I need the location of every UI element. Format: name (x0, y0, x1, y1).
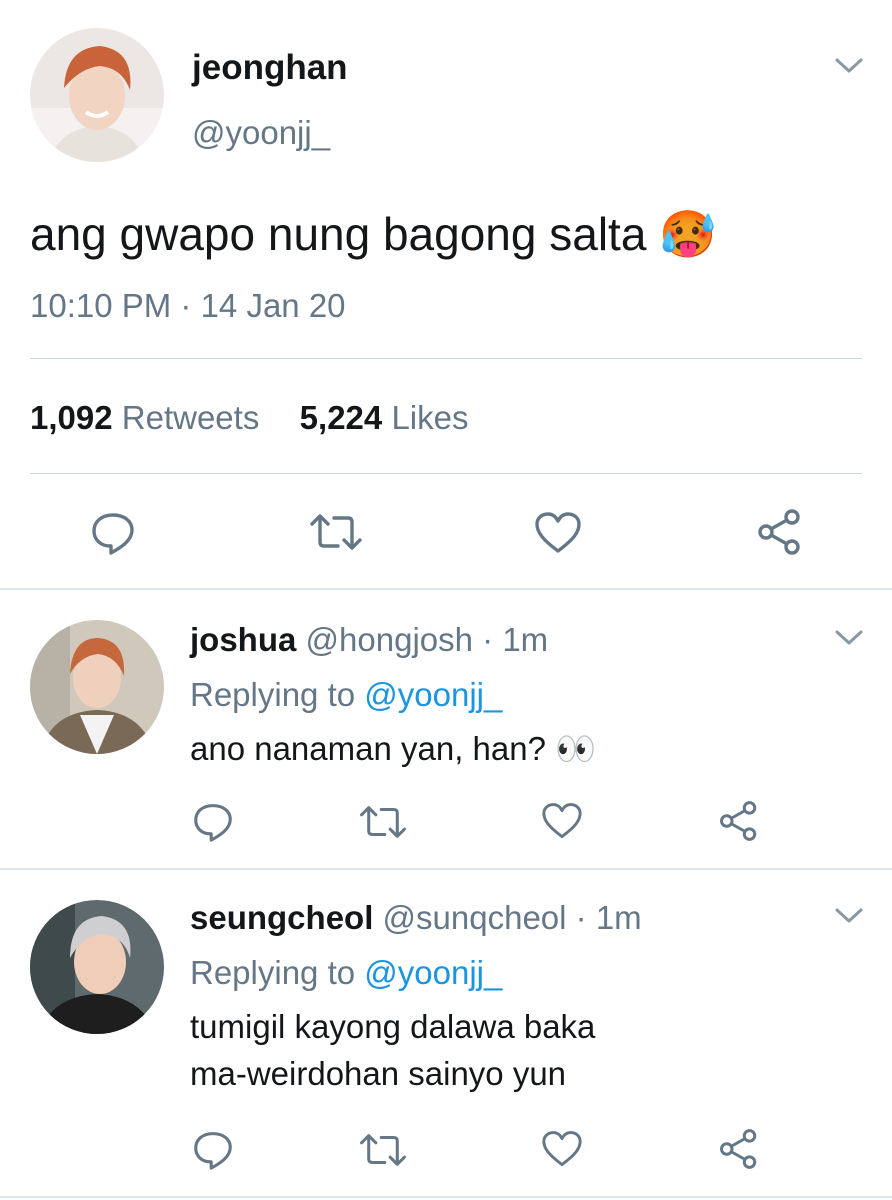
handle[interactable]: @hongjosh (306, 621, 473, 658)
chevron-down-icon[interactable] (834, 56, 864, 76)
timestamp[interactable]: 10:10 PM · 14 Jan 20 (30, 286, 346, 326)
divider (30, 473, 862, 474)
eyes-emoji: 👀 (555, 730, 597, 767)
reply-text-line-2: ma-weirdohan sainyo yun (190, 1055, 567, 1092)
replying-to-label: Replying to (190, 676, 356, 713)
reply-text-line-1: tumigil kayong dalawa baka (190, 1008, 596, 1045)
reply-icon[interactable] (192, 802, 234, 842)
avatar-joshua[interactable] (30, 620, 164, 754)
share-icon[interactable] (718, 1128, 760, 1170)
retweet-icon[interactable] (308, 512, 364, 552)
retweet-label[interactable]: Retweets (122, 399, 260, 436)
retweet-icon[interactable] (358, 1132, 408, 1168)
reply-text-content: ano nanaman yan, han? (190, 730, 546, 767)
reply-icon[interactable] (90, 511, 136, 555)
display-name[interactable]: jeonghan (192, 48, 348, 88)
retweet-icon[interactable] (358, 804, 408, 840)
replying-to: Replying to @yoonjj_ (190, 953, 502, 993)
handle[interactable]: @sunqcheol (383, 899, 567, 936)
engagement-stats: 1,092 Retweets 5,224 Likes (30, 398, 468, 438)
like-label[interactable]: Likes (391, 399, 468, 436)
reply-header: seungcheol @sunqcheol · 1m (190, 898, 642, 938)
display-name[interactable]: seungcheol (190, 899, 373, 936)
divider (0, 588, 892, 590)
divider (0, 1196, 892, 1198)
divider (0, 868, 892, 870)
divider (30, 358, 862, 359)
like-icon[interactable] (534, 511, 582, 555)
share-icon[interactable] (718, 800, 760, 842)
avatar-jeonghan[interactable] (30, 28, 164, 162)
replying-to-link[interactable]: @yoonjj_ (364, 676, 502, 713)
timestamp[interactable]: · 1m (576, 899, 642, 936)
timestamp[interactable]: · 1m (482, 621, 548, 658)
reply-icon[interactable] (192, 1130, 234, 1170)
reply-text: ano nanaman yan, han? 👀 (190, 729, 596, 769)
tweet-text: ang gwapo nung bagong salta 🥵 (30, 206, 716, 262)
retweet-count[interactable]: 1,092 (30, 399, 113, 436)
display-name[interactable]: joshua (190, 621, 296, 658)
share-icon[interactable] (756, 508, 804, 556)
replying-to: Replying to @yoonjj_ (190, 675, 502, 715)
like-icon[interactable] (541, 1130, 583, 1168)
reply-header: joshua @hongjosh · 1m (190, 620, 548, 660)
replying-to-label: Replying to (190, 954, 356, 991)
tweet-text-content: ang gwapo nung bagong salta (30, 208, 647, 260)
hot-face-emoji: 🥵 (659, 208, 717, 260)
handle[interactable]: @yoonjj_ (192, 114, 330, 152)
chevron-down-icon[interactable] (834, 628, 864, 648)
like-icon[interactable] (541, 802, 583, 840)
chevron-down-icon[interactable] (834, 906, 864, 926)
avatar-seungcheol[interactable] (30, 900, 164, 1034)
like-count[interactable]: 5,224 (300, 399, 383, 436)
replying-to-link[interactable]: @yoonjj_ (364, 954, 502, 991)
